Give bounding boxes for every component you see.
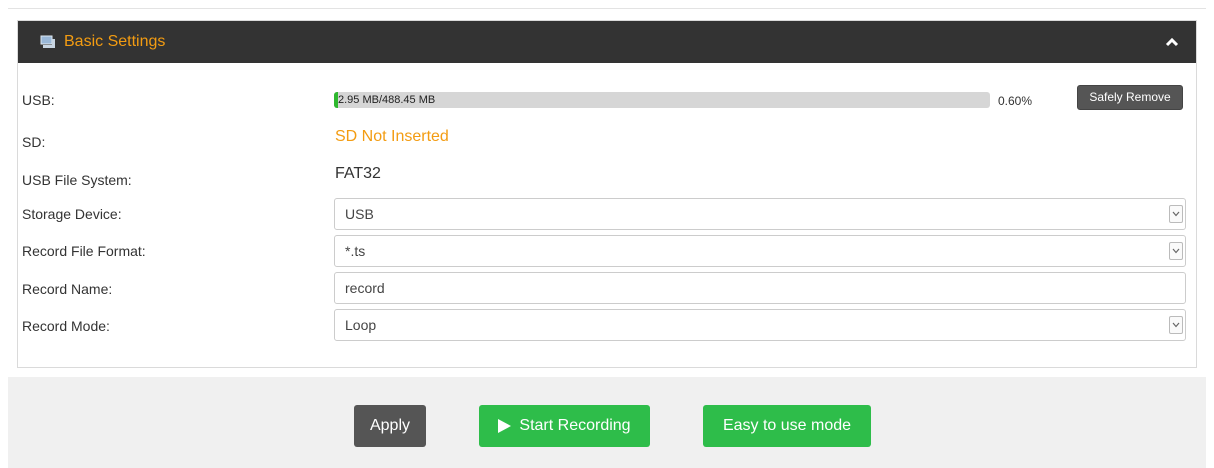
chevron-down-icon bbox=[1169, 205, 1183, 223]
record-name-input[interactable]: record bbox=[334, 272, 1186, 304]
apply-button[interactable]: Apply bbox=[354, 405, 426, 447]
sd-status: SD Not Inserted bbox=[335, 128, 449, 145]
record-name-label: Record Name: bbox=[22, 281, 113, 297]
collapse-button[interactable] bbox=[1162, 32, 1182, 52]
usb-label: USB: bbox=[22, 92, 55, 108]
panel-title: Basic Settings bbox=[64, 33, 166, 50]
easy-to-use-mode-button[interactable]: Easy to use mode bbox=[703, 405, 871, 447]
start-recording-label: Start Recording bbox=[519, 417, 631, 434]
record-file-format-label: Record File Format: bbox=[22, 243, 146, 259]
play-icon bbox=[498, 419, 512, 433]
usb-usage-percent: 0.60% bbox=[998, 94, 1033, 108]
usb-fs-value: FAT32 bbox=[335, 165, 381, 182]
chevron-up-icon bbox=[1165, 34, 1179, 50]
monitor-icon bbox=[40, 35, 56, 49]
usb-fs-label: USB File System: bbox=[22, 172, 132, 188]
storage-device-label: Storage Device: bbox=[22, 206, 122, 222]
chevron-down-icon bbox=[1169, 316, 1183, 334]
record-file-format-select[interactable]: *.ts bbox=[334, 235, 1186, 267]
record-mode-select[interactable]: Loop bbox=[334, 309, 1186, 341]
storage-device-select[interactable]: USB bbox=[334, 198, 1186, 230]
chevron-down-icon bbox=[1169, 242, 1183, 260]
sd-label: SD: bbox=[22, 134, 46, 150]
record-mode-label: Record Mode: bbox=[22, 318, 110, 334]
panel-header: Basic Settings bbox=[18, 21, 1196, 63]
record-file-format-value: *.ts bbox=[345, 243, 366, 259]
top-divider bbox=[8, 8, 1206, 9]
safely-remove-button[interactable]: Safely Remove bbox=[1077, 85, 1183, 110]
record-name-value: record bbox=[345, 280, 385, 296]
record-mode-value: Loop bbox=[345, 317, 377, 333]
storage-device-value: USB bbox=[345, 206, 374, 222]
start-recording-button[interactable]: Start Recording bbox=[479, 405, 650, 447]
usb-usage-bar: 2.95 MB/488.45 MB bbox=[334, 92, 990, 108]
usb-usage-text: 2.95 MB/488.45 MB bbox=[338, 94, 436, 106]
